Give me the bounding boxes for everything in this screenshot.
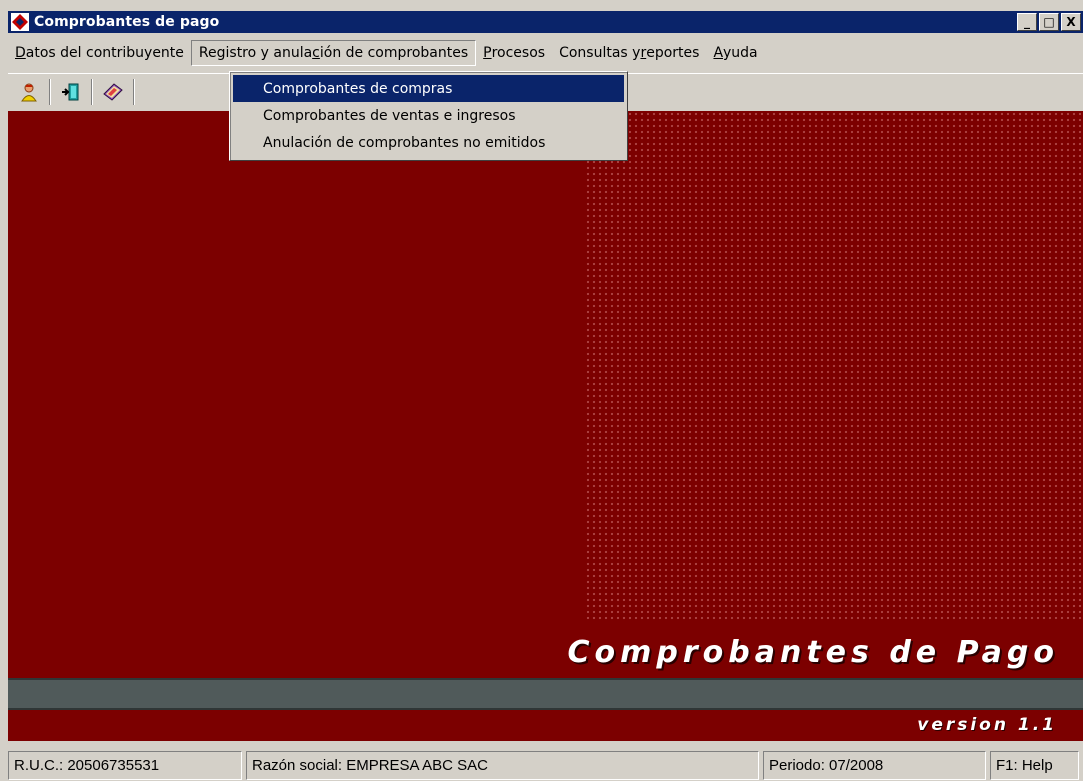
main-client-area: Comprobantes de Pago version 1.1 [8, 111, 1083, 741]
menu-consultas-reportes[interactable]: Consultas y r eportes [552, 40, 706, 66]
toolbar-separator [91, 78, 93, 105]
toolbar-separator [49, 78, 51, 105]
exit-door-icon [62, 83, 79, 100]
app-logo-icon [10, 12, 30, 32]
status-help: F1: Help [990, 750, 1079, 780]
menuitem-anulacion-comprobantes[interactable]: Anulación de comprobantes no emitidos [233, 129, 624, 156]
maximize-icon: □ [1043, 15, 1055, 29]
menuitem-comprobantes-compras[interactable]: Comprobantes de compras [233, 75, 624, 102]
exit-tool-button[interactable] [56, 78, 86, 106]
toolbar-separator [133, 78, 135, 105]
status-bar: R.U.C.: 20506735531 Razón social: EMPRES… [8, 749, 1083, 781]
window-controls: _ □ X [1017, 13, 1081, 31]
brand-title: Comprobantes de Pago [567, 635, 1059, 670]
status-ruc: R.U.C.: 20506735531 [8, 750, 242, 780]
title-bar[interactable]: Comprobantes de pago _ □ X [8, 11, 1083, 33]
menuitem-comprobantes-ventas[interactable]: Comprobantes de ventas e ingresos [233, 102, 624, 129]
brand-bar [8, 678, 1083, 710]
close-button[interactable]: X [1061, 13, 1081, 31]
user-icon [21, 83, 37, 101]
minimize-icon: _ [1024, 15, 1030, 29]
app-window: Comprobantes de pago _ □ X Datos del con… [0, 0, 1083, 781]
help-book-tool-button[interactable] [98, 78, 128, 106]
window-title: Comprobantes de pago [34, 14, 220, 30]
dot-pattern-background [585, 111, 1083, 621]
status-periodo: Periodo: 07/2008 [763, 750, 986, 780]
book-icon [103, 82, 123, 101]
maximize-button[interactable]: □ [1039, 13, 1059, 31]
version-label: version 1.1 [917, 715, 1057, 735]
menu-procesos[interactable]: Procesos [476, 40, 552, 66]
minimize-button[interactable]: _ [1017, 13, 1037, 31]
status-razon-social: Razón social: EMPRESA ABC SAC [246, 750, 759, 780]
registro-dropdown-menu: Comprobantes de compras Comprobantes de … [229, 71, 628, 161]
menu-ayuda[interactable]: Ayuda [706, 40, 764, 66]
menu-datos-contribuyente[interactable]: Datos del contribuyente [8, 40, 191, 66]
contribuyente-tool-button[interactable] [14, 78, 44, 106]
menu-bar: Datos del contribuyente Registro y anula… [8, 35, 1083, 70]
menu-registro-anulacion[interactable]: Registro y anula c ión de comprobantes [190, 39, 477, 66]
close-icon: X [1066, 15, 1076, 29]
